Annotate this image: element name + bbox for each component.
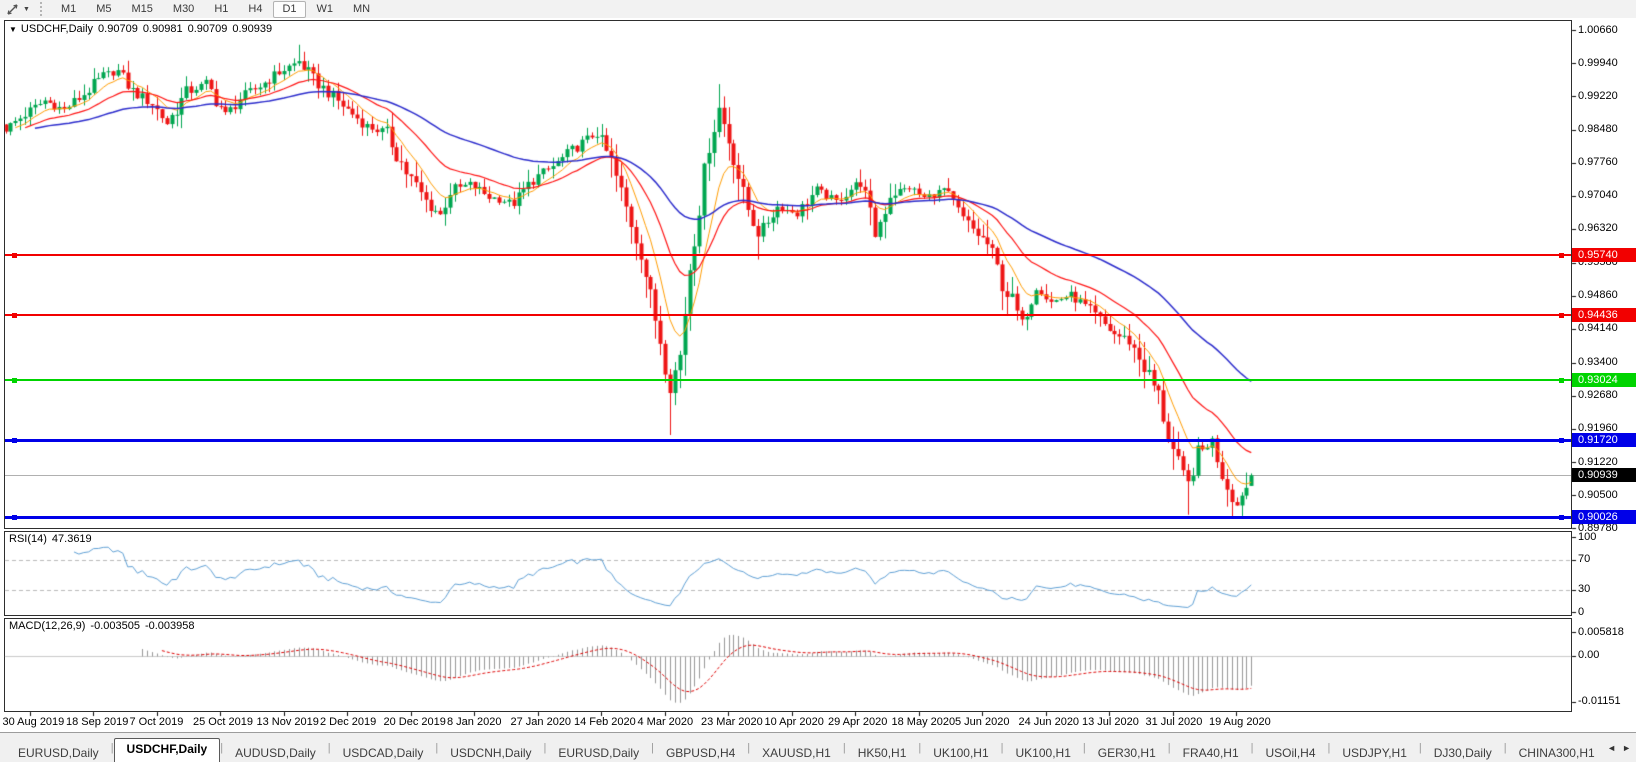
- ohlc-close: 0.90939: [232, 23, 272, 35]
- macd-tick-0.005818: 0.005818: [1578, 626, 1624, 639]
- line-handle-left[interactable]: [12, 253, 17, 258]
- line-handle-left[interactable]: [12, 515, 17, 520]
- rsi-tick-100: 100: [1578, 531, 1596, 544]
- macd-tick-0.00: 0.00: [1578, 649, 1599, 662]
- date-tick-18: 31 Jul 2020: [1146, 716, 1203, 728]
- date-tick-13: 29 Apr 2020: [828, 716, 887, 728]
- macd-main-value: -0.003505: [90, 620, 140, 632]
- date-tick-3: 25 Oct 2019: [193, 716, 253, 728]
- price-tick-0.97760: 0.97760: [1578, 156, 1618, 169]
- line-handle-right[interactable]: [1559, 515, 1564, 520]
- rsi-tick-70: 70: [1578, 553, 1590, 566]
- price-tick-0.97040: 0.97040: [1578, 189, 1618, 202]
- date-tick-4: 13 Nov 2019: [257, 716, 319, 728]
- price-level-badge-0.95740: 0.95740: [1572, 248, 1636, 262]
- line-handle-left[interactable]: [12, 378, 17, 383]
- price-tick-0.94860: 0.94860: [1578, 289, 1618, 302]
- collapse-caret-icon[interactable]: ▼: [9, 25, 17, 34]
- date-tick-11: 23 Mar 2020: [701, 716, 763, 728]
- price-tick-0.94140: 0.94140: [1578, 322, 1618, 335]
- price-tick-0.92680: 0.92680: [1578, 389, 1618, 402]
- mt4-window: ▼ M1M5M15M30H1H4D1W1MN ▼USDCHF,Daily0.90…: [0, 0, 1636, 762]
- chart-tab-1-usdchf-daily[interactable]: USDCHF,Daily: [114, 738, 221, 762]
- price-tick-0.99220: 0.99220: [1578, 90, 1618, 103]
- line-handle-right[interactable]: [1559, 438, 1564, 443]
- chart-tab-11-ger30-h1[interactable]: GER30,H1: [1086, 743, 1168, 762]
- chart-tab-8-hk50-h1[interactable]: HK50,H1: [846, 743, 919, 762]
- price-tick-1.00660: 1.00660: [1578, 24, 1618, 37]
- horizontal-level-line-0.90026[interactable]: [5, 516, 1571, 519]
- price-tick-0.93400: 0.93400: [1578, 356, 1618, 369]
- line-handle-right[interactable]: [1559, 378, 1564, 383]
- chart-title: ▼ USDCHF,Daily 0.90709 0.90981 0.90709 0.9093…: [9, 23, 272, 35]
- macd-tick--0.01151: -0.01151: [1578, 695, 1621, 708]
- chart-tab-12-fra40-h1[interactable]: FRA40,H1: [1171, 743, 1251, 762]
- date-tick-8: 27 Jan 2020: [511, 716, 572, 728]
- horizontal-level-line-0.91720[interactable]: [5, 439, 1571, 442]
- chart-tab-0-eurusd-daily[interactable]: EURUSD,Daily: [6, 743, 111, 762]
- macd-name: MACD(12,26,9): [9, 620, 85, 632]
- chart-tab-7-xauusd-h1[interactable]: XAUUSD,H1: [750, 743, 843, 762]
- price-tick-0.98480: 0.98480: [1578, 123, 1618, 136]
- chart-tab-2-audusd-daily[interactable]: AUDUSD,Daily: [223, 743, 328, 762]
- current-price-badge: 0.90939: [1572, 468, 1636, 482]
- horizontal-level-line-0.95740[interactable]: [5, 254, 1571, 256]
- price-level-badge-0.93024: 0.93024: [1572, 373, 1636, 387]
- date-tick-12: 10 Apr 2020: [765, 716, 824, 728]
- macd-label: MACD(12,26,9) -0.003505 -0.003958: [9, 620, 195, 632]
- date-tick-6: 20 Dec 2019: [384, 716, 446, 728]
- chart-symbol: USDCHF,Daily: [21, 23, 93, 35]
- date-tick-10: 4 Mar 2020: [638, 716, 694, 728]
- date-tick-17: 13 Jul 2020: [1082, 716, 1139, 728]
- chart-tab-14-usdjpy-h1[interactable]: USDJPY,H1: [1330, 743, 1418, 762]
- price-level-badge-0.90026: 0.90026: [1572, 510, 1636, 524]
- rsi-name: RSI(14): [9, 533, 47, 545]
- price-tick-0.90500: 0.90500: [1578, 489, 1618, 502]
- horizontal-level-line-0.93024[interactable]: [5, 379, 1571, 381]
- chart-tab-5-eurusd-daily[interactable]: EURUSD,Daily: [546, 743, 651, 762]
- chart-tab-16-china300-h1[interactable]: CHINA300,H1: [1507, 743, 1603, 762]
- chart-tab-6-gbpusd-h4[interactable]: GBPUSD,H4: [654, 743, 747, 762]
- rsi-value: 47.3619: [52, 533, 92, 545]
- ohlc-low: 0.90709: [188, 23, 228, 35]
- date-tick-1: 18 Sep 2019: [66, 716, 128, 728]
- price-tick-0.99940: 0.99940: [1578, 57, 1618, 70]
- line-handle-right[interactable]: [1559, 313, 1564, 318]
- date-tick-19: 19 Aug 2020: [1209, 716, 1271, 728]
- date-tick-5: 2 Dec 2019: [320, 716, 376, 728]
- date-tick-14: 18 May 2020: [892, 716, 956, 728]
- chart-tab-3-usdcad-daily[interactable]: USDCAD,Daily: [331, 743, 436, 762]
- date-tick-2: 7 Oct 2019: [130, 716, 184, 728]
- chart-tab-15-dj30-daily[interactable]: DJ30,Daily: [1422, 743, 1504, 762]
- line-handle-left[interactable]: [12, 438, 17, 443]
- horizontal-level-line-0.94436[interactable]: [5, 314, 1571, 316]
- date-tick-16: 24 Jun 2020: [1019, 716, 1080, 728]
- rsi-label: RSI(14) 47.3619: [9, 533, 92, 545]
- ohlc-high: 0.90981: [143, 23, 183, 35]
- tab-scroll-right-icon[interactable]: ►: [1622, 743, 1631, 753]
- chart-tab-13-usoil-h4[interactable]: USOil,H4: [1254, 743, 1328, 762]
- rsi-tick-30: 30: [1578, 583, 1590, 596]
- chart-tab-9-uk100-h1[interactable]: UK100,H1: [921, 743, 1000, 762]
- chart-canvas[interactable]: [0, 0, 1636, 762]
- chart-tab-10-uk100-h1[interactable]: UK100,H1: [1004, 743, 1083, 762]
- date-tick-15: 5 Jun 2020: [955, 716, 1009, 728]
- date-tick-9: 14 Feb 2020: [574, 716, 636, 728]
- price-level-badge-0.94436: 0.94436: [1572, 308, 1636, 322]
- ohlc-open: 0.90709: [98, 23, 138, 35]
- line-handle-left[interactable]: [12, 313, 17, 318]
- chart-tabs-bar: EURUSD,Daily|USDCHF,Daily|AUDUSD,Daily|U…: [0, 732, 1636, 762]
- date-tick-7: 8 Jan 2020: [447, 716, 501, 728]
- price-level-badge-0.91720: 0.91720: [1572, 433, 1636, 447]
- rsi-tick-0: 0: [1578, 606, 1584, 619]
- price-tick-0.96320: 0.96320: [1578, 222, 1618, 235]
- line-handle-right[interactable]: [1559, 253, 1564, 258]
- date-tick-0: 30 Aug 2019: [3, 716, 65, 728]
- tab-scroll-left-icon[interactable]: ◄: [1607, 743, 1616, 753]
- macd-signal-value: -0.003958: [145, 620, 195, 632]
- chart-tab-4-usdcnh-daily[interactable]: USDCNH,Daily: [438, 743, 543, 762]
